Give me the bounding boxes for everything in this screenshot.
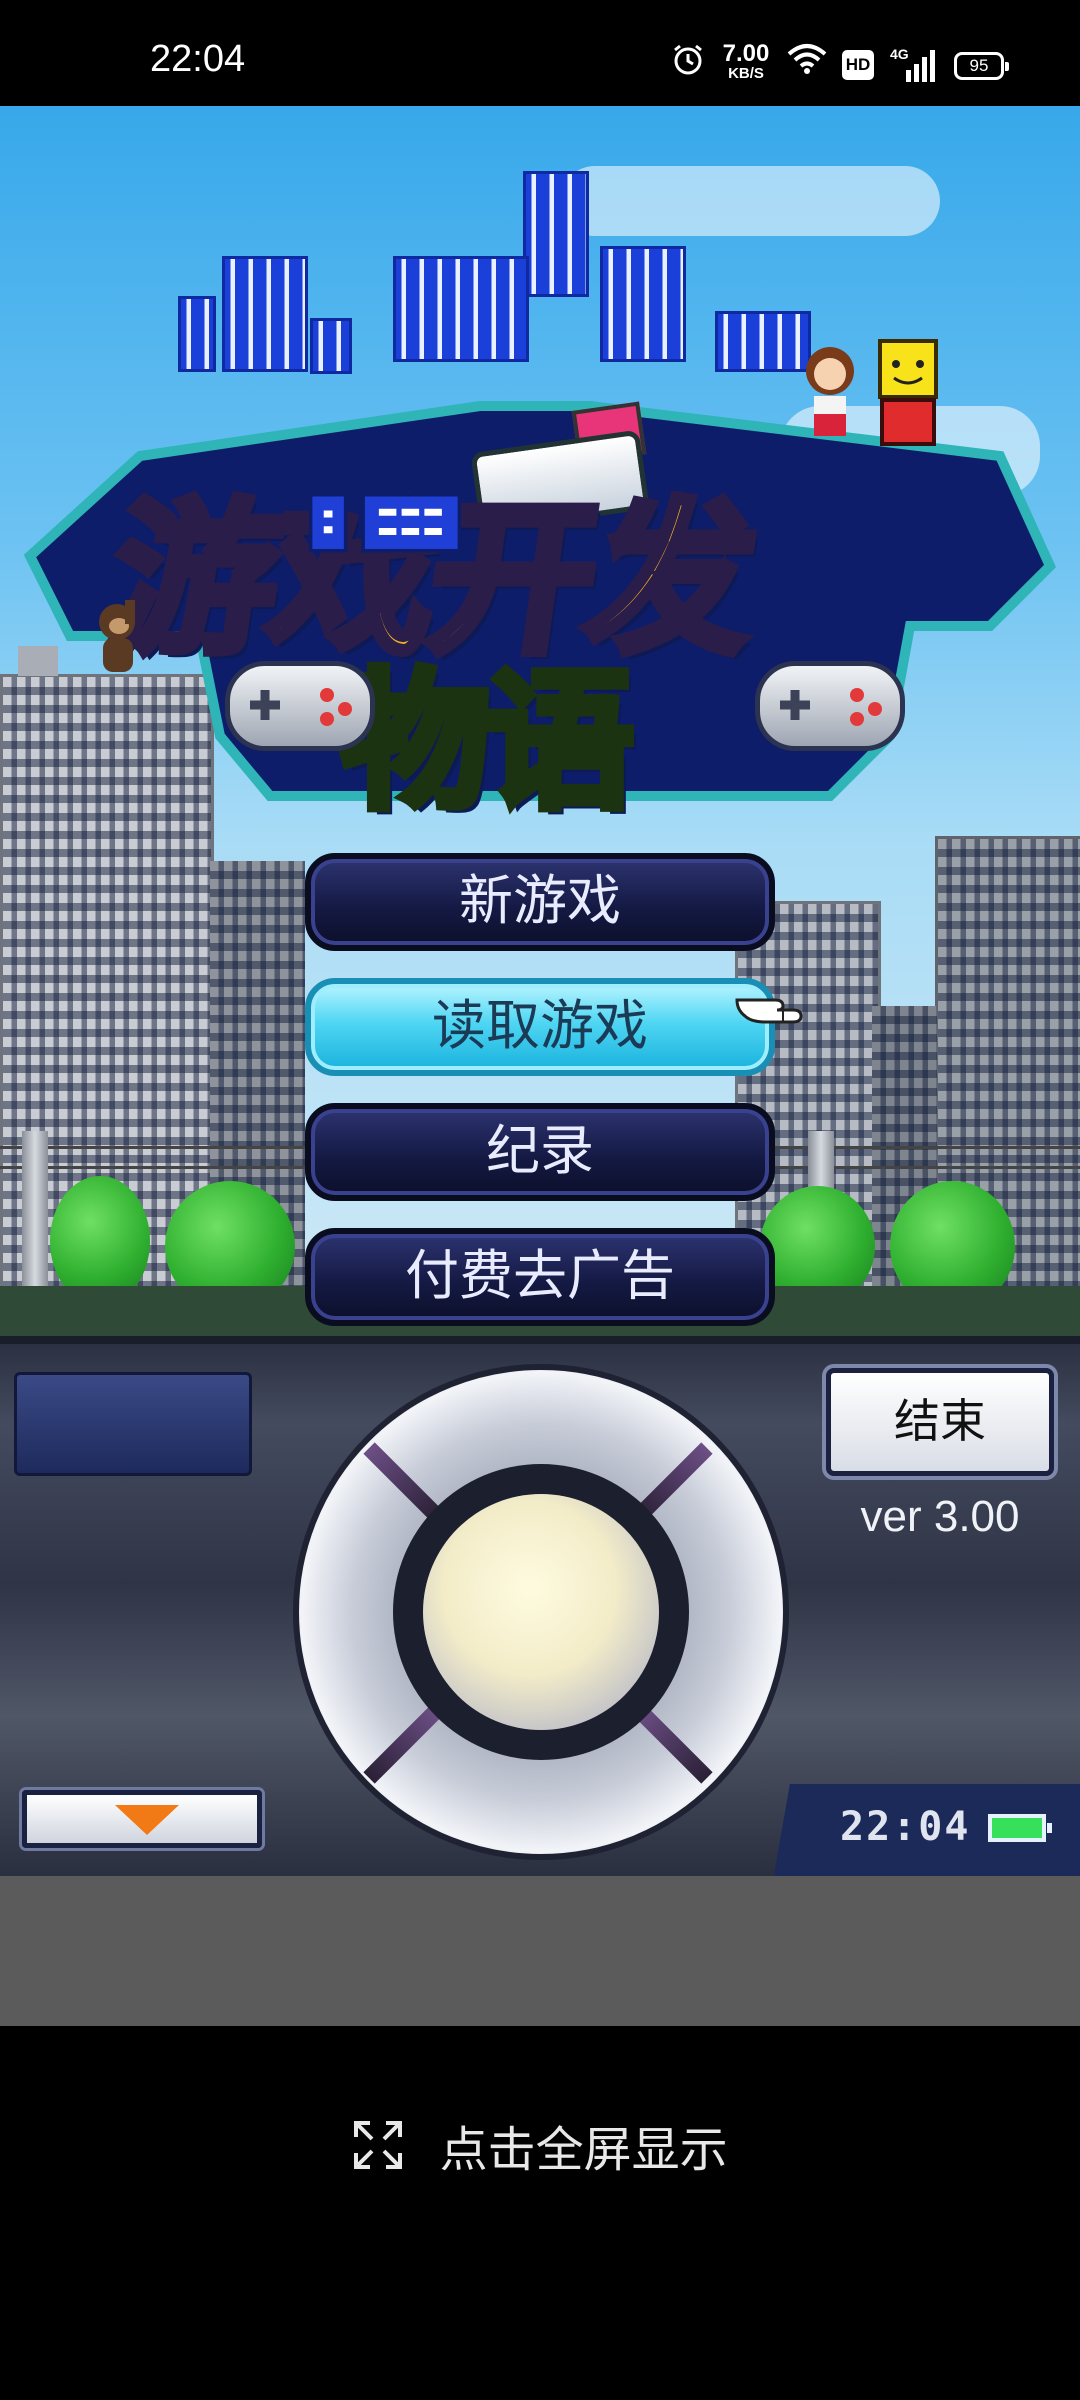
title-logo: 游戏开发 物语 [10, 336, 1070, 846]
building [523, 171, 589, 297]
fullscreen-label: 点击全屏显示 [439, 2122, 728, 2178]
load-game-button[interactable]: 读取游戏 [305, 978, 775, 1076]
network-speed: 7.00 KB/S [722, 40, 770, 82]
logo-subtitle-blocks [308, 493, 462, 553]
new-game-button[interactable]: 新游戏 [305, 853, 775, 951]
scroll-down-button[interactable] [22, 1790, 262, 1848]
monkey-sprite [99, 600, 135, 672]
control-panel: 结束 ver 3.00 22:04 [0, 1336, 1080, 1880]
expand-icon [354, 2121, 403, 2169]
gamepad-icon [755, 661, 905, 751]
title-line-2: 物语 [336, 652, 638, 834]
game-clock: 22:04 [840, 1804, 971, 1850]
game-battery-icon [988, 1814, 1052, 1842]
remove-ads-button[interactable]: 付费去广告 [305, 1228, 775, 1326]
confirm-button[interactable] [423, 1494, 659, 1730]
version-label: ver 3.00 [860, 1492, 1020, 1541]
fullscreen-hint[interactable]: 点击全屏显示 [0, 2110, 1080, 2180]
alarm-icon [674, 44, 702, 75]
wifi-icon [787, 44, 827, 74]
status-time: 22:04 [150, 38, 246, 80]
cloud [560, 166, 940, 236]
status-display [14, 1372, 252, 1476]
hand-cursor-icon [735, 998, 803, 1024]
records-button[interactable]: 纪录 [305, 1103, 775, 1201]
status-bar: 22:04 7.00 KB/S HD 4G 95 [0, 0, 1080, 106]
battery-indicator: 95 [954, 52, 1009, 80]
end-button[interactable]: 结束 [826, 1368, 1054, 1476]
gamepad-icon [225, 661, 375, 751]
characters-sprite [806, 339, 938, 446]
letterbox-band [0, 1876, 1080, 2026]
hd-badge: HD [842, 50, 874, 80]
signal-icon [906, 50, 935, 82]
down-arrow-icon [115, 1805, 179, 1835]
